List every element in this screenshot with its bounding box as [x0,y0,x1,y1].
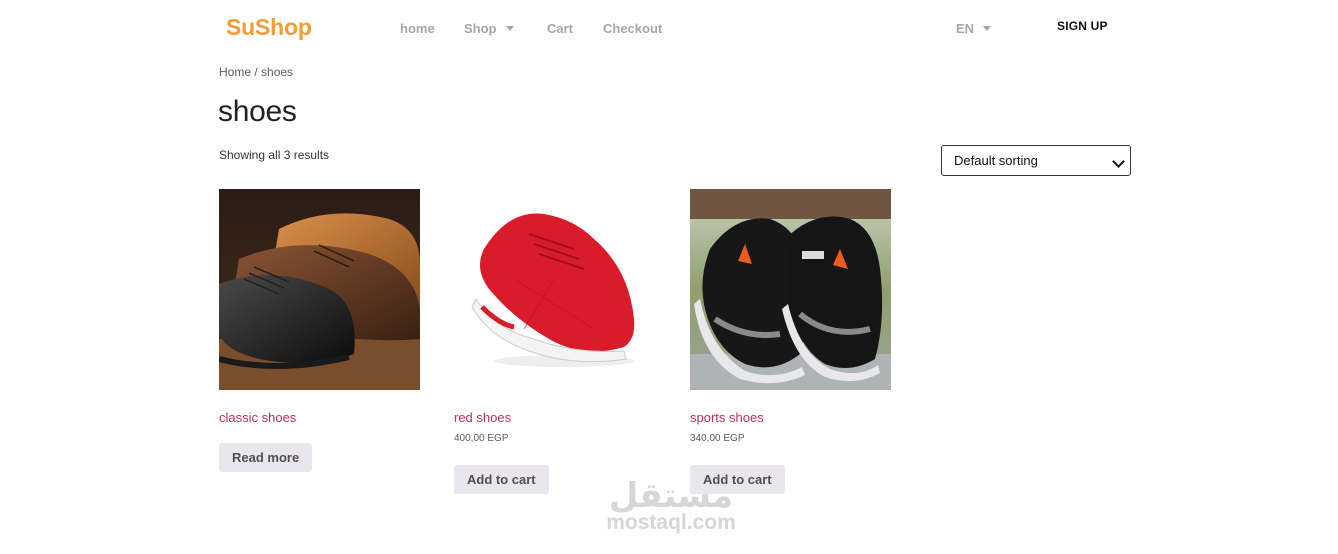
breadcrumb-current: shoes [261,65,294,79]
product-image-red-shoes[interactable] [454,189,655,390]
product-title[interactable]: classic shoes [219,410,296,425]
watermark-arabic-text: مستقل [608,476,734,516]
watermark-latin-text: mostaql.com [606,511,736,534]
nav-home[interactable]: home [400,21,435,36]
result-count: Showing all 3 results [219,148,330,162]
breadcrumb: Home / shoes [219,65,293,79]
breadcrumb-separator: / [251,65,262,79]
product-image-sports-shoes[interactable] [690,189,891,390]
add-to-cart-button[interactable]: Add to cart [454,465,549,494]
language-label: EN [956,21,975,36]
site-logo[interactable]: SuShop [226,14,312,41]
product-card: classic shoes Read more [219,189,421,472]
breadcrumb-home[interactable]: Home [219,65,251,79]
sorting-select[interactable]: Default sorting [941,145,1131,176]
chevron-down-icon [983,26,992,31]
nav-shop[interactable]: Shop [464,21,514,36]
product-price: 400,00 EGP [454,433,509,444]
product-title[interactable]: sports shoes [690,410,764,425]
product-card: red shoes 400,00 EGP Add to cart [454,189,656,494]
chevron-down-icon [1112,155,1125,168]
signup-button[interactable]: SIGN UP [1057,19,1108,33]
nav-cart[interactable]: Cart [547,21,573,36]
nav-shop-label: Shop [464,21,497,36]
sorting-selected-value: Default sorting [954,153,1038,168]
product-image-classic-shoes[interactable] [219,189,420,390]
product-price: 340,00 EGP [690,433,745,444]
page-title: shoes [218,95,297,128]
watermark-logo: مستقل mostaql.com [596,478,746,534]
nav-checkout[interactable]: Checkout [603,21,662,36]
product-title[interactable]: red shoes [454,410,511,425]
product-card: sports shoes 340,00 EGP Add to cart [690,189,892,494]
language-switcher[interactable]: EN [956,21,992,36]
chevron-down-icon [505,26,514,31]
read-more-button[interactable]: Read more [219,443,313,472]
